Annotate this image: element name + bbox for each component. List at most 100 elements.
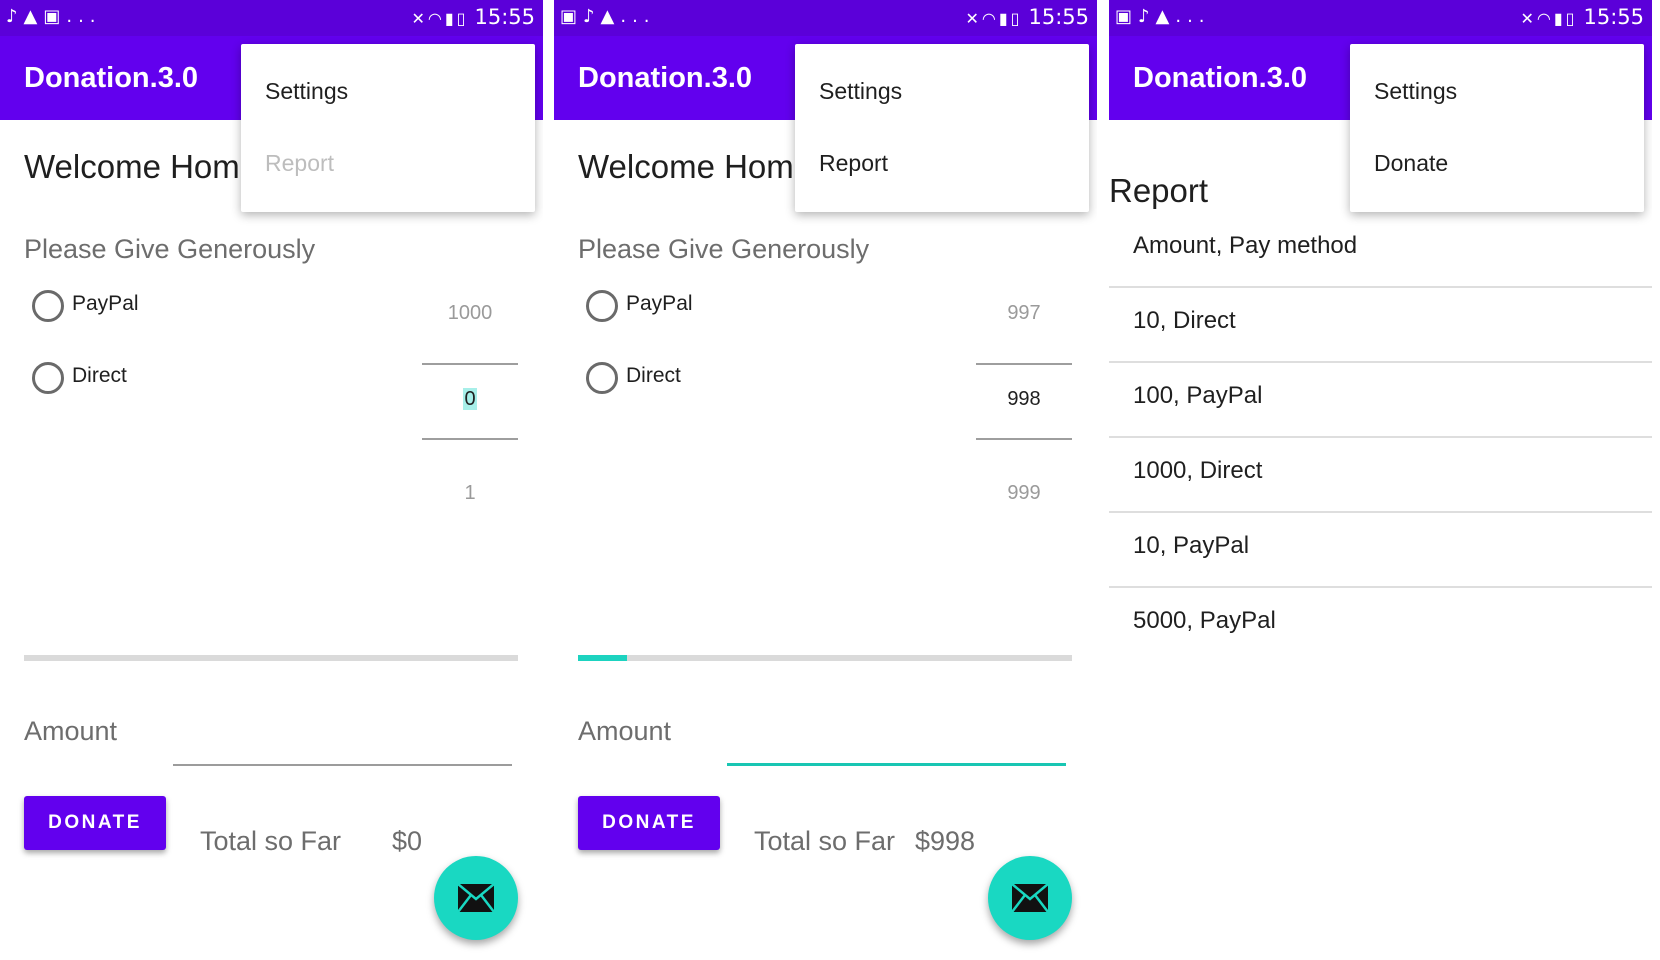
mute-icon: ✕ <box>965 9 982 28</box>
wifi-icon: ◠ <box>427 9 445 28</box>
menu-item-report[interactable]: Report <box>819 150 888 177</box>
radio-circle[interactable] <box>586 362 618 394</box>
total-so-far-value: $0 <box>392 826 423 856</box>
signal-icon: ▮ <box>444 9 457 28</box>
status-left-icons: ▣♪▲... <box>560 6 656 27</box>
phone-screen-report: ▣♪▲... ✕◠▮▯ 15:55 Donation.3.0 Report Amo… <box>1109 0 1652 960</box>
mail-icon <box>1011 883 1049 913</box>
menu-item-settings[interactable]: Settings <box>265 78 348 105</box>
list-item[interactable]: Amount, Pay method <box>1109 212 1652 288</box>
radio-paypal[interactable]: PayPal <box>32 288 392 322</box>
status-bar: ▣♪▲... ✕◠▮▯ 15:55 <box>554 0 1097 36</box>
status-left-icons: ♪▲▣... <box>6 6 102 27</box>
welcome-heading: Welcome Homer <box>24 148 270 185</box>
picker-prev-value[interactable]: 1000 <box>422 302 518 325</box>
radio-direct[interactable]: Direct <box>32 360 392 394</box>
menu-item-settings[interactable]: Settings <box>1374 78 1457 105</box>
picker-divider <box>422 363 518 365</box>
wifi-icon: ◠ <box>1536 9 1554 28</box>
tiktok-icon: ♪ <box>6 6 24 27</box>
radio-circle[interactable] <box>586 290 618 322</box>
picker-divider <box>976 438 1072 440</box>
radio-label-paypal: PayPal <box>72 292 139 315</box>
donate-button[interactable]: DONATE <box>578 796 720 850</box>
image-icon: ▣ <box>43 6 67 27</box>
list-item[interactable]: 5000, PayPal <box>1109 587 1652 661</box>
email-fab-button[interactable] <box>988 856 1072 940</box>
picker-current-value[interactable]: 0 <box>463 388 477 410</box>
amount-label: Amount <box>578 716 672 746</box>
app-title: Donation.3.0 <box>1133 62 1308 94</box>
amount-number-picker[interactable]: 997 998 999 <box>976 290 1072 510</box>
battery-icon: ▯ <box>456 9 469 28</box>
status-time: 15:55 <box>1583 5 1644 29</box>
radio-paypal[interactable]: PayPal <box>586 288 946 322</box>
menu-item-donate[interactable]: Donate <box>1374 150 1448 177</box>
radio-circle[interactable] <box>32 362 64 394</box>
status-time: 15:55 <box>474 5 535 29</box>
menu-item-settings[interactable]: Settings <box>819 78 902 105</box>
radio-label-direct: Direct <box>72 364 127 387</box>
mail-icon <box>457 883 495 913</box>
warning-icon: ▲ <box>600 6 621 27</box>
email-fab-button[interactable] <box>434 856 518 940</box>
mute-icon: ✕ <box>411 9 428 28</box>
overflow-menu: Settings Report <box>241 44 535 212</box>
status-right: ✕◠▮▯ 15:55 <box>965 5 1089 29</box>
list-item[interactable]: 10, Direct <box>1109 287 1652 363</box>
app-title: Donation.3.0 <box>24 62 199 94</box>
donation-progress-bar <box>24 655 518 661</box>
total-so-far-label: Total so Far <box>200 826 342 856</box>
amount-input[interactable] <box>173 726 512 766</box>
warning-icon: ▲ <box>1155 6 1176 27</box>
tiktok-icon: ♪ <box>1138 6 1156 27</box>
image-icon: ▣ <box>560 6 584 27</box>
status-right: ✕◠▮▯ 15:55 <box>1520 5 1644 29</box>
picker-divider <box>976 363 1072 365</box>
list-item-text: 10, Direct <box>1133 307 1236 334</box>
status-bar: ♪▲▣... ✕◠▮▯ 15:55 <box>0 0 543 36</box>
amount-number-picker[interactable]: 1000 0 1 <box>422 290 518 510</box>
amount-input[interactable] <box>727 726 1066 766</box>
battery-icon: ▯ <box>1010 9 1023 28</box>
status-left-icons: ▣♪▲... <box>1115 6 1211 27</box>
status-right: ✕◠▮▯ 15:55 <box>411 5 535 29</box>
wifi-icon: ◠ <box>981 9 999 28</box>
signal-icon: ▮ <box>998 9 1011 28</box>
amount-input-underline <box>727 763 1066 766</box>
more-notifications: ... <box>1175 6 1211 27</box>
battery-icon: ▯ <box>1565 9 1578 28</box>
welcome-heading: Welcome Homer <box>578 148 824 185</box>
donate-button[interactable]: DONATE <box>24 796 166 850</box>
list-item[interactable]: 10, PayPal <box>1109 512 1652 588</box>
radio-circle[interactable] <box>32 290 64 322</box>
list-item[interactable]: 1000, Direct <box>1109 437 1652 513</box>
list-item-text: 100, PayPal <box>1133 382 1263 409</box>
radio-label-paypal: PayPal <box>626 292 693 315</box>
progress-fill <box>578 655 628 661</box>
app-title: Donation.3.0 <box>578 62 753 94</box>
menu-item-report: Report <box>265 150 335 176</box>
list-item-text: 1000, Direct <box>1133 457 1263 484</box>
total-so-far-label: Total so Far <box>754 826 896 856</box>
list-item[interactable]: 100, PayPal <box>1109 362 1652 438</box>
report-title: Report <box>1109 172 1209 209</box>
donation-progress-bar <box>578 655 1072 661</box>
give-generously-label: Please Give Generously <box>24 234 316 264</box>
picker-next-value[interactable]: 999 <box>976 482 1072 505</box>
picker-divider <box>422 438 518 440</box>
picker-next-value[interactable]: 1 <box>422 482 518 505</box>
tiktok-icon: ♪ <box>583 6 601 27</box>
picker-prev-value[interactable]: 997 <box>976 302 1072 325</box>
mute-icon: ✕ <box>1520 9 1537 28</box>
radio-direct[interactable]: Direct <box>586 360 946 394</box>
amount-label: Amount <box>24 716 118 746</box>
overflow-menu: Settings Report <box>795 44 1089 212</box>
amount-input-underline <box>173 764 512 766</box>
give-generously-label: Please Give Generously <box>578 234 870 264</box>
signal-icon: ▮ <box>1553 9 1566 28</box>
picker-current-value[interactable]: 998 <box>976 388 1072 411</box>
image-icon: ▣ <box>1115 6 1139 27</box>
warning-icon: ▲ <box>23 6 44 27</box>
list-item-text: 5000, PayPal <box>1133 607 1276 634</box>
